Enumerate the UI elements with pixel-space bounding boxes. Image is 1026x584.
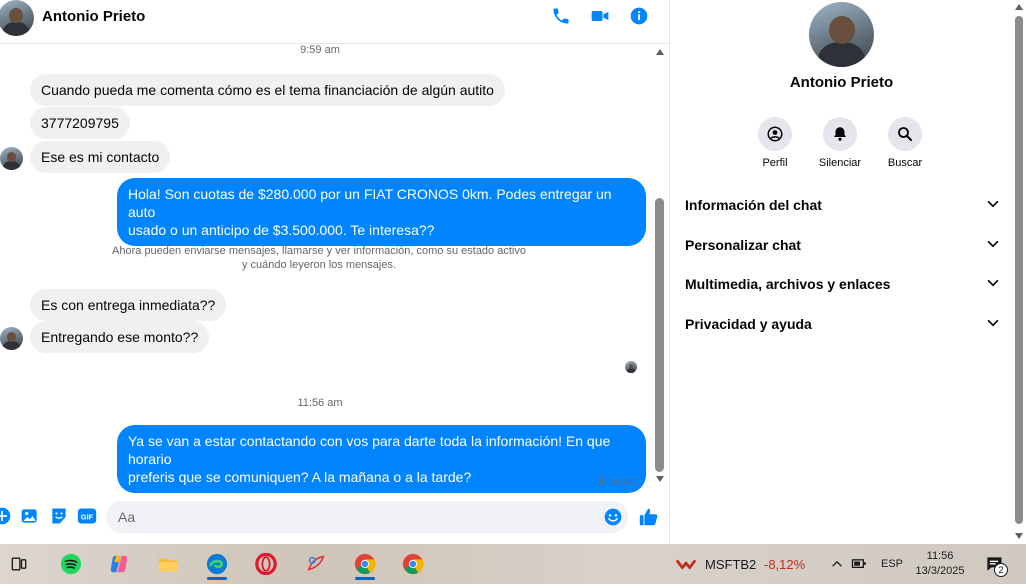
windows-taskbar: MSFTB2 -8,12% ESP 11:56 13/3/2025 2 xyxy=(0,544,1026,584)
message-bubble-incoming[interactable]: Entregando ese monto?? xyxy=(30,321,210,353)
thumbs-up-icon[interactable] xyxy=(638,506,660,528)
image-icon[interactable] xyxy=(20,506,40,526)
network-battery-icon[interactable] xyxy=(844,548,876,580)
emoji-icon[interactable] xyxy=(603,507,623,527)
profile-icon xyxy=(758,117,792,151)
section-chat-info[interactable]: Información del chat xyxy=(685,194,1000,216)
spotify-icon[interactable] xyxy=(55,548,87,580)
notice-line: y cuándo leyeron los mensajes. xyxy=(241,259,397,271)
mute-label: Silenciar xyxy=(818,157,862,169)
scrollbar-thumb[interactable] xyxy=(655,198,664,472)
delivery-status: Enviado xyxy=(599,476,639,488)
message-line: usado o un anticipo de $3.500.000. Te in… xyxy=(128,222,435,238)
timestamp: 9:59 am xyxy=(300,44,340,56)
message-list[interactable]: 9:59 am Cuando pueda me comenta cómo es … xyxy=(0,44,652,493)
conversation-info-panel: Antonio Prieto Perfil Silenciar Buscar I… xyxy=(669,0,1012,544)
privacy-notice: Ahora pueden enviarse mensajes, llamarse… xyxy=(100,244,538,272)
message-bubble-outgoing[interactable]: Ya se van a estar contactando con vos pa… xyxy=(117,425,646,493)
chrome-icon[interactable] xyxy=(349,548,381,580)
stock-ticker-name[interactable]: MSFTB2 xyxy=(705,557,756,572)
opera-icon[interactable] xyxy=(250,548,282,580)
search-icon xyxy=(888,117,922,151)
message-bubble-incoming[interactable]: Ese es mi contacto xyxy=(30,141,171,173)
message-line: preferis que se comuniquen? A la mañana … xyxy=(128,469,472,485)
notice-line: Ahora pueden enviarse mensajes, llamarse… xyxy=(112,245,526,257)
chat-header: Antonio Prieto xyxy=(0,0,668,44)
message-line: Hola! Son cuotas de $280.000 por un FIAT… xyxy=(128,186,612,220)
chevron-down-icon xyxy=(987,279,999,287)
section-title: Privacidad y ayuda xyxy=(685,316,812,332)
profile-action[interactable]: Perfil xyxy=(745,117,805,169)
section-title: Multimedia, archivos y enlaces xyxy=(685,276,891,292)
stock-chart-icon[interactable] xyxy=(670,548,702,580)
contact-name[interactable]: Antonio Prieto xyxy=(42,8,145,25)
scroll-down-arrow[interactable] xyxy=(656,476,664,482)
panel-contact-name: Antonio Prieto xyxy=(789,74,894,91)
message-input[interactable] xyxy=(106,501,628,533)
section-title: Información del chat xyxy=(685,197,822,213)
task-view-icon[interactable] xyxy=(3,548,35,580)
scrollbar-thumb[interactable] xyxy=(1015,16,1023,524)
video-camera-icon[interactable] xyxy=(590,6,610,26)
chevron-down-icon xyxy=(987,200,999,208)
scroll-down-arrow[interactable] xyxy=(1015,533,1023,539)
gif-icon[interactable]: GIF xyxy=(77,506,97,526)
plus-icon[interactable] xyxy=(0,506,12,526)
sticker-icon[interactable] xyxy=(49,506,69,526)
gif-label: GIF xyxy=(81,512,94,521)
sender-avatar xyxy=(0,147,23,170)
stock-ticker-change[interactable]: -8,12% xyxy=(764,557,805,572)
search-action[interactable]: Buscar xyxy=(875,117,935,169)
section-media-files[interactable]: Multimedia, archivos y enlaces xyxy=(685,273,1000,295)
chevron-down-icon xyxy=(987,319,999,327)
system-clock[interactable]: 11:56 13/3/2025 xyxy=(914,549,966,579)
copilot-icon[interactable] xyxy=(103,548,135,580)
message-bubble-incoming[interactable]: Cuando pueda me comenta cómo es el tema … xyxy=(30,74,505,106)
message-composer: GIF xyxy=(0,496,668,540)
notification-count-badge: 2 xyxy=(994,563,1008,577)
file-explorer-icon[interactable] xyxy=(152,548,184,580)
paint-app-icon[interactable] xyxy=(300,548,332,580)
clock-time: 11:56 xyxy=(926,550,954,562)
chat-pane: Antonio Prieto 9:59 am Cuando pueda me c… xyxy=(0,0,668,544)
scroll-up-arrow[interactable] xyxy=(656,49,664,55)
bell-icon xyxy=(823,117,857,151)
seen-indicator-avatar xyxy=(625,361,637,373)
contact-avatar[interactable] xyxy=(0,0,34,36)
section-customize-chat[interactable]: Personalizar chat xyxy=(685,234,1000,256)
timestamp: 11:56 am xyxy=(297,397,343,409)
clock-date: 13/3/2025 xyxy=(915,565,965,577)
section-title: Personalizar chat xyxy=(685,237,801,253)
profile-label: Perfil xyxy=(762,157,788,169)
search-label: Buscar xyxy=(887,157,923,169)
panel-scrollbar[interactable] xyxy=(1012,0,1026,544)
message-bubble-incoming[interactable]: 3777209795 xyxy=(30,107,130,139)
message-bubble-outgoing[interactable]: Hola! Son cuotas de $280.000 por un FIAT… xyxy=(117,178,646,246)
sender-avatar xyxy=(0,327,23,350)
phone-icon[interactable] xyxy=(551,6,571,26)
message-bubble-incoming[interactable]: Es con entrega inmediata?? xyxy=(30,289,227,321)
app-window: Antonio Prieto 9:59 am Cuando pueda me c… xyxy=(0,0,1026,584)
input-language[interactable]: ESP xyxy=(881,558,903,570)
chrome-profile-icon[interactable] xyxy=(397,548,429,580)
scroll-up-arrow[interactable] xyxy=(1015,4,1023,10)
info-icon[interactable] xyxy=(629,6,649,26)
chat-scrollbar[interactable] xyxy=(652,44,668,492)
edge-icon[interactable] xyxy=(201,548,233,580)
message-line: Ya se van a estar contactando con vos pa… xyxy=(128,433,611,467)
chevron-down-icon xyxy=(987,240,999,248)
panel-contact-avatar[interactable] xyxy=(809,2,874,67)
section-privacy-help[interactable]: Privacidad y ayuda xyxy=(685,313,1000,335)
mute-action[interactable]: Silenciar xyxy=(810,117,870,169)
